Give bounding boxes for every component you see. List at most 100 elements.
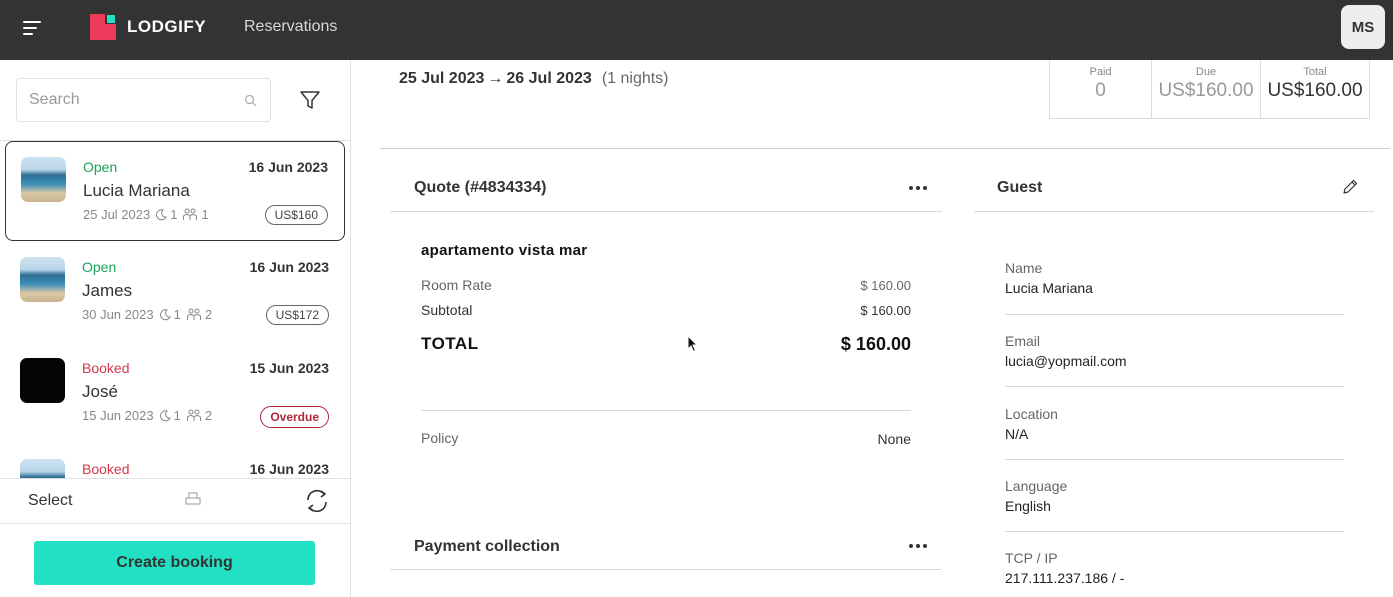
user-avatar[interactable]: MS <box>1341 5 1385 49</box>
checkin-date: 15 Jun 2023 <box>82 408 154 423</box>
reservation-list[interactable]: Open 16 Jun 2023 Lucia Mariana 25 Jul 20… <box>0 140 350 479</box>
date-to: 26 Jul 2023 <box>506 70 592 87</box>
reservation-status: Open <box>82 259 117 275</box>
guests-icon <box>183 208 198 220</box>
reservation-item-james[interactable]: Open 16 Jun 2023 James 30 Jun 2023 1 2 U… <box>5 242 345 342</box>
summary-label: Paid <box>1089 66 1112 78</box>
summary-paid: Paid 0 <box>1050 60 1152 118</box>
guest-language-label: Language <box>1005 478 1068 494</box>
guest-header-divider <box>974 211 1374 212</box>
quote-header-divider <box>390 211 942 212</box>
guest-field-divider <box>1005 386 1344 387</box>
brand-name: LODGIFY <box>127 17 207 36</box>
reservation-item-lucia-mariana[interactable]: Open 16 Jun 2023 Lucia Mariana 25 Jul 20… <box>5 141 345 241</box>
top-bar: LODGIFY Reservations MS <box>0 0 1393 60</box>
mouse-pointer-icon <box>687 335 699 353</box>
guest-location-label: Location <box>1005 406 1058 422</box>
guest-name-label: Name <box>1005 260 1043 276</box>
guests-count: 2 <box>204 408 213 423</box>
stay-dates: 25 Jul 2023 → 26 Jul 2023 (1 nights) <box>399 70 669 88</box>
guest-field-divider <box>1005 314 1344 315</box>
reservation-meta: 15 Jun 2023 1 2 <box>82 408 212 423</box>
guest-email-label: Email <box>1005 333 1041 349</box>
payment-collection-title: Payment collection <box>414 538 560 555</box>
lodgify-logo-icon <box>90 14 116 40</box>
reservations-sidebar: Open 16 Jun 2023 Lucia Mariana 25 Jul 20… <box>0 60 351 597</box>
price-badge: US$160 <box>264 205 328 225</box>
moon-icon <box>156 208 168 220</box>
total-label: TOTAL <box>421 334 479 353</box>
guest-title: Guest <box>997 179 1043 196</box>
guest-ip-label: TCP / IP <box>1005 550 1058 566</box>
reservation-item-partial[interactable]: Booked 16 Jun 2023 <box>5 444 345 479</box>
reservation-date: 15 Jun 2023 <box>249 360 329 376</box>
property-thumbnail <box>20 358 65 403</box>
payment-summary: Paid 0 Due US$160.00 Total US$160.00 <box>1049 60 1370 119</box>
list-footer: Select <box>0 478 350 524</box>
reservation-date: 16 Jun 2023 <box>249 259 329 275</box>
guest-name-value: Lucia Mariana <box>1005 280 1093 296</box>
guests-icon <box>186 308 201 320</box>
guest-ip-value: 217.111.237.186 / - <box>1005 570 1125 586</box>
search-icon[interactable] <box>244 94 257 107</box>
room-rate-value: $ 160.00 <box>860 278 911 293</box>
filter-icon[interactable] <box>299 89 321 111</box>
moon-icon <box>159 409 171 421</box>
search-box <box>16 78 271 122</box>
price-badge: US$172 <box>265 305 329 325</box>
overdue-badge: Overdue <box>260 406 329 428</box>
printer-icon[interactable] <box>185 492 201 506</box>
lodgify-logo[interactable]: LODGIFY <box>90 14 206 40</box>
guest-language-value: English <box>1005 498 1051 514</box>
refresh-icon[interactable] <box>304 488 330 514</box>
guest-email-value: lucia@yopmail.com <box>1005 353 1127 369</box>
reservation-date: 16 Jun 2023 <box>249 461 329 477</box>
summary-label: Total <box>1303 66 1327 78</box>
reservation-detail: 25 Jul 2023 → 26 Jul 2023 (1 nights) Pai… <box>351 60 1393 597</box>
property-thumbnail <box>20 459 65 479</box>
property-thumbnail <box>20 257 65 302</box>
search-input[interactable] <box>17 79 270 121</box>
nights-text: (1 nights) <box>601 70 669 87</box>
select-toggle[interactable]: Select <box>28 492 72 510</box>
room-rate-label: Room Rate <box>421 277 492 293</box>
total-value: $ 160.00 <box>840 334 911 354</box>
hamburger-menu-icon[interactable] <box>23 20 43 36</box>
policy-label: Policy <box>421 430 459 446</box>
summary-value: US$160.00 <box>1158 80 1254 101</box>
quote-title: Quote (#4834334) <box>414 179 547 196</box>
summary-value: 0 <box>1095 80 1106 101</box>
property-thumbnail <box>21 157 66 202</box>
nights-count: 1 <box>170 207 178 222</box>
property-name: apartamento vista mar <box>421 242 588 259</box>
quote-divider <box>421 410 911 411</box>
reservation-meta: 30 Jun 2023 1 2 <box>82 307 212 322</box>
section-divider <box>380 148 1390 149</box>
reservation-date: 16 Jun 2023 <box>248 159 328 175</box>
checkin-date: 30 Jun 2023 <box>82 307 154 322</box>
reservation-guest-name: Lucia Mariana <box>83 181 190 200</box>
payment-collection-more-icon[interactable] <box>909 543 927 549</box>
nav-reservations-link[interactable]: Reservations <box>244 18 337 36</box>
guest-field-divider <box>1005 531 1344 532</box>
payment-collection-divider <box>390 569 941 570</box>
reservation-status: Open <box>83 159 118 175</box>
policy-value: None <box>877 431 911 447</box>
guest-location-value: N/A <box>1005 426 1029 442</box>
reservation-guest-name: James <box>82 281 133 300</box>
summary-total: Total US$160.00 <box>1261 60 1369 118</box>
reservation-item-jose[interactable]: Booked 15 Jun 2023 José 15 Jun 2023 1 2 … <box>5 343 345 443</box>
nights-count: 1 <box>173 307 181 322</box>
reservation-status: Booked <box>82 360 130 376</box>
edit-pencil-icon[interactable] <box>1342 179 1358 195</box>
summary-due: Due US$160.00 <box>1152 60 1261 118</box>
moon-icon <box>159 308 171 320</box>
subtotal-label: Subtotal <box>421 302 473 318</box>
guest-field-divider <box>1005 459 1344 460</box>
reservation-meta: 25 Jul 2023 1 1 <box>83 207 209 222</box>
create-booking-button[interactable]: Create booking <box>34 541 315 585</box>
quote-more-icon[interactable] <box>909 185 927 191</box>
arrow-right-icon: → <box>487 70 504 87</box>
guests-icon <box>186 409 201 421</box>
summary-label: Due <box>1195 66 1217 78</box>
